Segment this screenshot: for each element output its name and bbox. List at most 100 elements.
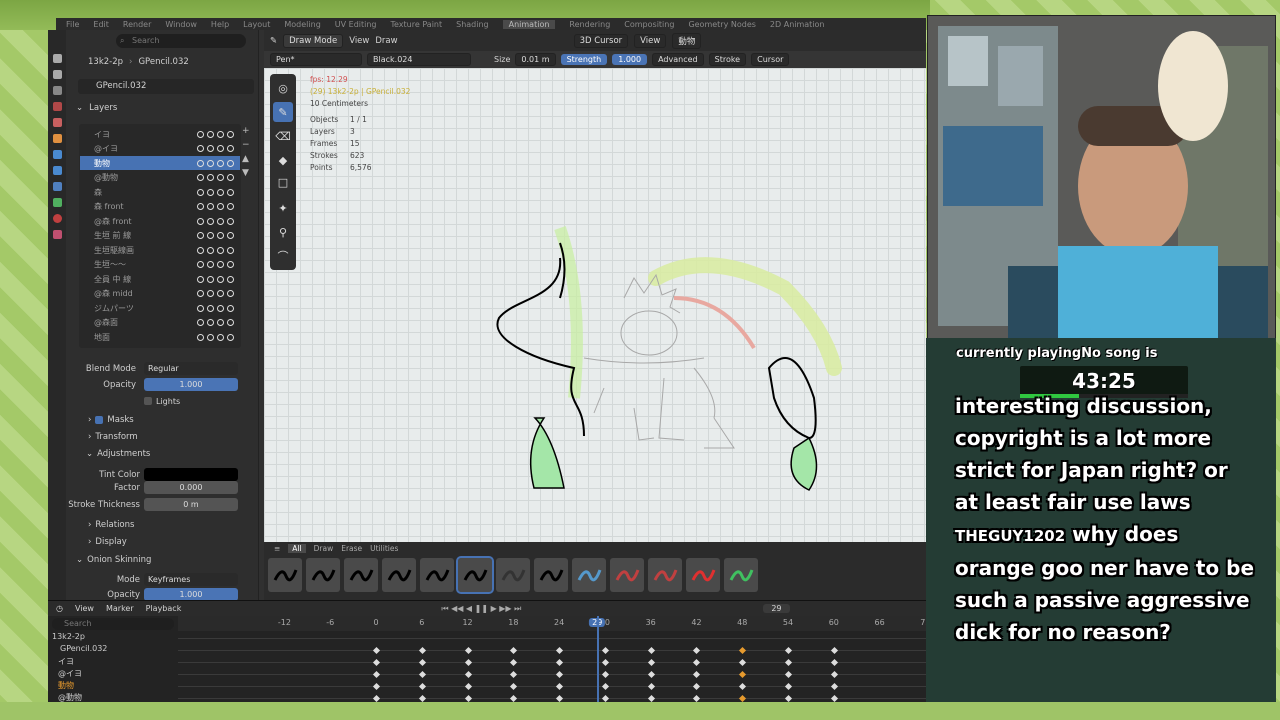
material-icon[interactable] bbox=[52, 214, 62, 223]
keyframe[interactable] bbox=[556, 646, 564, 655]
onion-icon[interactable] bbox=[207, 159, 214, 167]
layer-item[interactable]: @動物 bbox=[80, 171, 240, 185]
blend-mode-select[interactable]: Regular bbox=[144, 362, 238, 375]
tab-compositing[interactable]: Compositing bbox=[624, 20, 674, 29]
brush-thumbnail-icon[interactable] bbox=[610, 558, 644, 592]
visibility-icon[interactable] bbox=[217, 203, 224, 210]
layer-item[interactable]: @森 front bbox=[80, 214, 240, 228]
world-icon[interactable] bbox=[52, 118, 62, 127]
keyframe[interactable] bbox=[739, 694, 747, 702]
keyframe[interactable] bbox=[510, 646, 518, 655]
keyframe[interactable] bbox=[464, 646, 472, 655]
brush-thumbnail-icon[interactable] bbox=[648, 558, 682, 592]
onion-icon[interactable] bbox=[207, 174, 214, 181]
brush-thumbnail-icon[interactable] bbox=[420, 558, 454, 592]
tab-geometry-nodes[interactable]: Geometry Nodes bbox=[688, 20, 755, 29]
keyframe[interactable] bbox=[693, 658, 701, 667]
onion-icon[interactable] bbox=[207, 246, 214, 254]
shelf-menu-icon[interactable]: ≡ bbox=[274, 544, 280, 553]
keyframe[interactable] bbox=[693, 670, 701, 679]
timeline-marker-menu[interactable]: Marker bbox=[106, 604, 134, 613]
frame-ruler[interactable]: -12-60612182430364248546066727829 bbox=[178, 616, 926, 631]
keyframe[interactable] bbox=[693, 694, 701, 702]
keyframe[interactable] bbox=[830, 670, 838, 679]
keyframe[interactable] bbox=[693, 682, 701, 691]
visibility-icon[interactable] bbox=[217, 319, 224, 326]
transform-section[interactable]: › Transform bbox=[66, 429, 259, 444]
channel-name[interactable]: GPencil.032 bbox=[60, 644, 107, 653]
view-menu[interactable]: View bbox=[349, 36, 369, 46]
keyframe[interactable] bbox=[601, 658, 609, 667]
keyframe[interactable] bbox=[830, 682, 838, 691]
keyframe[interactable] bbox=[647, 682, 655, 691]
strength-slider[interactable]: 1.000 bbox=[612, 54, 648, 65]
mask-icon[interactable] bbox=[197, 232, 204, 239]
menu-help[interactable]: Help bbox=[211, 20, 229, 29]
keyframe[interactable] bbox=[418, 694, 426, 702]
keyframe[interactable] bbox=[372, 646, 381, 655]
keyframe[interactable] bbox=[464, 670, 472, 679]
lock-icon[interactable] bbox=[227, 275, 234, 283]
tab-uv-editing[interactable]: UV Editing bbox=[335, 20, 377, 29]
brush-thumbnail-icon[interactable] bbox=[496, 558, 530, 592]
visibility-icon[interactable] bbox=[217, 174, 224, 181]
keyframe[interactable] bbox=[830, 646, 838, 655]
layer-item[interactable]: 動物 bbox=[80, 156, 240, 170]
remove-layer-icon[interactable]: − bbox=[242, 138, 250, 152]
onion-icon[interactable] bbox=[207, 203, 214, 210]
keyframe[interactable] bbox=[556, 658, 564, 667]
object-name-field[interactable]: GPencil.032 bbox=[78, 79, 254, 94]
playhead[interactable] bbox=[597, 616, 600, 702]
layer-move-down-icon[interactable]: ▼ bbox=[242, 166, 250, 180]
tab-shading[interactable]: Shading bbox=[456, 20, 489, 29]
display-section[interactable]: › Display bbox=[66, 534, 259, 549]
visibility-icon[interactable] bbox=[217, 145, 224, 152]
visibility-icon[interactable] bbox=[217, 275, 224, 283]
onion-skinning-section[interactable]: ⌄ Onion Skinning bbox=[66, 552, 259, 567]
keyframe[interactable] bbox=[601, 682, 609, 691]
keyframe[interactable] bbox=[784, 646, 793, 655]
mask-icon[interactable] bbox=[197, 130, 204, 138]
visibility-icon[interactable] bbox=[217, 333, 224, 341]
keyframe[interactable] bbox=[784, 682, 793, 691]
layer-item[interactable]: イヨ bbox=[80, 127, 240, 141]
keyframe[interactable] bbox=[418, 646, 426, 655]
layer-item[interactable]: 森 front bbox=[80, 200, 240, 214]
mask-icon[interactable] bbox=[197, 261, 204, 268]
visibility-icon[interactable] bbox=[217, 304, 224, 312]
lock-icon[interactable] bbox=[227, 333, 234, 341]
tab-all[interactable]: All bbox=[288, 544, 306, 553]
keyframe[interactable] bbox=[739, 658, 747, 667]
lock-icon[interactable] bbox=[227, 159, 234, 167]
brush-select[interactable]: Pen* bbox=[270, 53, 362, 66]
mask-icon[interactable] bbox=[197, 333, 204, 341]
keyframe[interactable] bbox=[372, 682, 381, 691]
mask-icon[interactable] bbox=[197, 304, 204, 312]
keyframe[interactable] bbox=[739, 670, 747, 679]
size-field[interactable]: 0.01 m bbox=[515, 53, 556, 66]
keyframe[interactable] bbox=[418, 658, 426, 667]
layer-item[interactable]: @森 midd bbox=[80, 287, 240, 301]
visibility-icon[interactable] bbox=[217, 246, 224, 254]
keyframe[interactable] bbox=[601, 646, 609, 655]
keyframe[interactable] bbox=[830, 694, 838, 702]
keyframe[interactable] bbox=[739, 682, 747, 691]
tab-layout[interactable]: Layout bbox=[243, 20, 270, 29]
stroke-dropdown[interactable]: Stroke bbox=[708, 53, 747, 66]
lock-icon[interactable] bbox=[227, 319, 234, 326]
view-select[interactable]: View bbox=[634, 33, 667, 48]
opacity-slider[interactable]: 1.000 bbox=[144, 378, 238, 391]
layer-item[interactable]: 森 bbox=[80, 185, 240, 199]
keyframe[interactable] bbox=[647, 646, 655, 655]
properties-search-input[interactable]: ⌕ Search bbox=[116, 34, 246, 48]
tint-color-swatch[interactable] bbox=[144, 468, 238, 481]
brush-thumbnail-icon[interactable] bbox=[306, 558, 340, 592]
advanced-dropdown[interactable]: Advanced bbox=[652, 53, 704, 66]
menu-render[interactable]: Render bbox=[123, 20, 151, 29]
keyframe[interactable] bbox=[647, 670, 655, 679]
brush-thumbnail-icon[interactable] bbox=[456, 556, 494, 594]
tab-rendering[interactable]: Rendering bbox=[569, 20, 610, 29]
mask-icon[interactable] bbox=[197, 174, 204, 181]
texture-icon[interactable] bbox=[52, 230, 62, 239]
lock-icon[interactable] bbox=[227, 217, 234, 225]
